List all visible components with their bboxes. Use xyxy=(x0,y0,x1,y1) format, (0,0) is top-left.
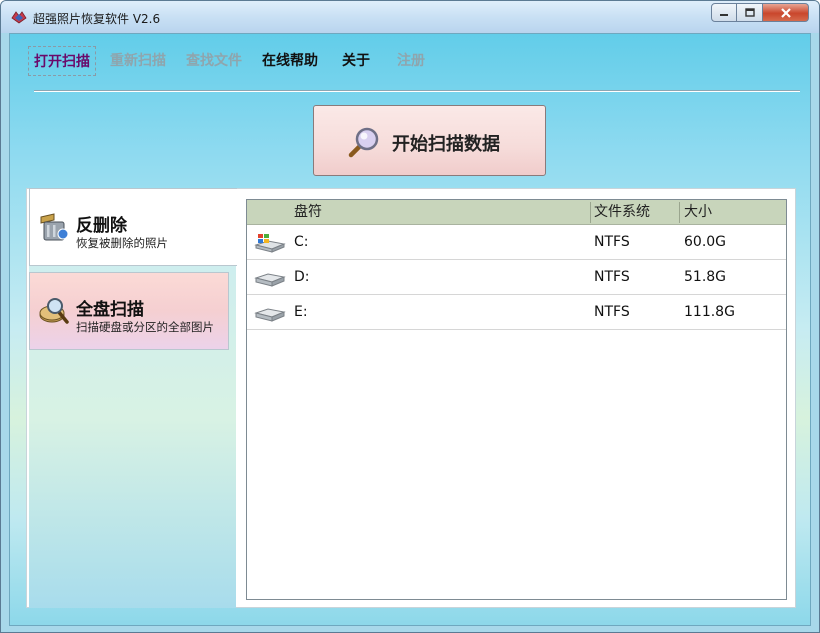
column-header-drive[interactable]: 盘符 xyxy=(294,200,322,225)
close-button[interactable] xyxy=(763,3,809,22)
recycle-bin-icon xyxy=(40,213,69,241)
app-window: 超强照片恢复软件 V2.6 打开扫描 重新扫描 查找文件 在线帮助 关于 注册 xyxy=(0,0,820,633)
close-icon xyxy=(780,7,791,18)
mode-undelete[interactable]: 反删除 恢复被删除的照片 xyxy=(29,188,237,266)
menu-online-help[interactable]: 在线帮助 xyxy=(262,46,318,76)
menu-divider xyxy=(34,90,800,92)
menu-open-scan[interactable]: 打开扫描 xyxy=(28,46,96,76)
drive-table[interactable]: 盘符 文件系统 大小 C: NTFS 60.0G D: NTFS 51.8G E… xyxy=(246,199,787,600)
drive-size: 51.8G xyxy=(684,269,727,285)
client-area: 打开扫描 重新扫描 查找文件 在线帮助 关于 注册 开始扫描数据 反删除 恢复被… xyxy=(9,33,811,626)
mode-undelete-subtitle: 恢复被删除的照片 xyxy=(76,236,168,250)
windows-drive-icon xyxy=(254,234,286,253)
drive-size: 60.0G xyxy=(684,234,727,250)
table-row[interactable]: D: NTFS 51.8G xyxy=(247,260,786,295)
column-header-size[interactable]: 大小 xyxy=(684,200,712,225)
app-icon xyxy=(11,11,27,24)
mode-full-scan[interactable]: 全盘扫描 扫描硬盘或分区的全部图片 xyxy=(29,272,229,350)
window-controls xyxy=(711,3,809,23)
maximize-button[interactable] xyxy=(737,3,763,22)
drive-size: 111.8G xyxy=(684,304,735,320)
drive-letter: D: xyxy=(294,269,310,285)
magnifier-icon xyxy=(348,127,379,158)
menu-register[interactable]: 注册 xyxy=(397,46,425,76)
drive-filesystem: NTFS xyxy=(594,304,630,320)
table-row[interactable]: C: NTFS 60.0G xyxy=(247,225,786,260)
column-separator[interactable] xyxy=(679,202,680,223)
menu-rescan[interactable]: 重新扫描 xyxy=(110,46,166,76)
mode-undelete-title: 反删除 xyxy=(76,216,127,236)
drive-letter: E: xyxy=(294,304,308,320)
minimize-icon xyxy=(720,13,728,16)
start-scan-button[interactable]: 开始扫描数据 xyxy=(313,105,546,176)
column-separator[interactable] xyxy=(590,202,591,223)
hard-drive-icon xyxy=(254,308,286,322)
hard-drive-icon xyxy=(254,273,286,287)
drive-filesystem: NTFS xyxy=(594,269,630,285)
table-row[interactable]: E: NTFS 111.8G xyxy=(247,295,786,330)
mode-full-scan-subtitle: 扫描硬盘或分区的全部图片 xyxy=(76,320,214,334)
menu-about[interactable]: 关于 xyxy=(342,46,370,76)
title-bar[interactable]: 超强照片恢复软件 V2.6 xyxy=(1,1,819,33)
mode-sidebar: 反删除 恢复被删除的照片 全盘扫描 扫描硬盘或分区的全部图片 xyxy=(29,188,237,608)
minimize-button[interactable] xyxy=(711,3,737,22)
mode-full-scan-title: 全盘扫描 xyxy=(76,300,144,320)
start-scan-label: 开始扫描数据 xyxy=(392,134,500,155)
table-header: 盘符 文件系统 大小 xyxy=(247,200,786,225)
window-title: 超强照片恢复软件 V2.6 xyxy=(33,12,161,26)
disk-scan-icon xyxy=(39,298,69,324)
column-header-filesystem[interactable]: 文件系统 xyxy=(594,200,650,225)
drive-filesystem: NTFS xyxy=(594,234,630,250)
menu-find-file[interactable]: 查找文件 xyxy=(186,46,242,76)
maximize-icon xyxy=(744,7,755,17)
drive-letter: C: xyxy=(294,234,309,250)
